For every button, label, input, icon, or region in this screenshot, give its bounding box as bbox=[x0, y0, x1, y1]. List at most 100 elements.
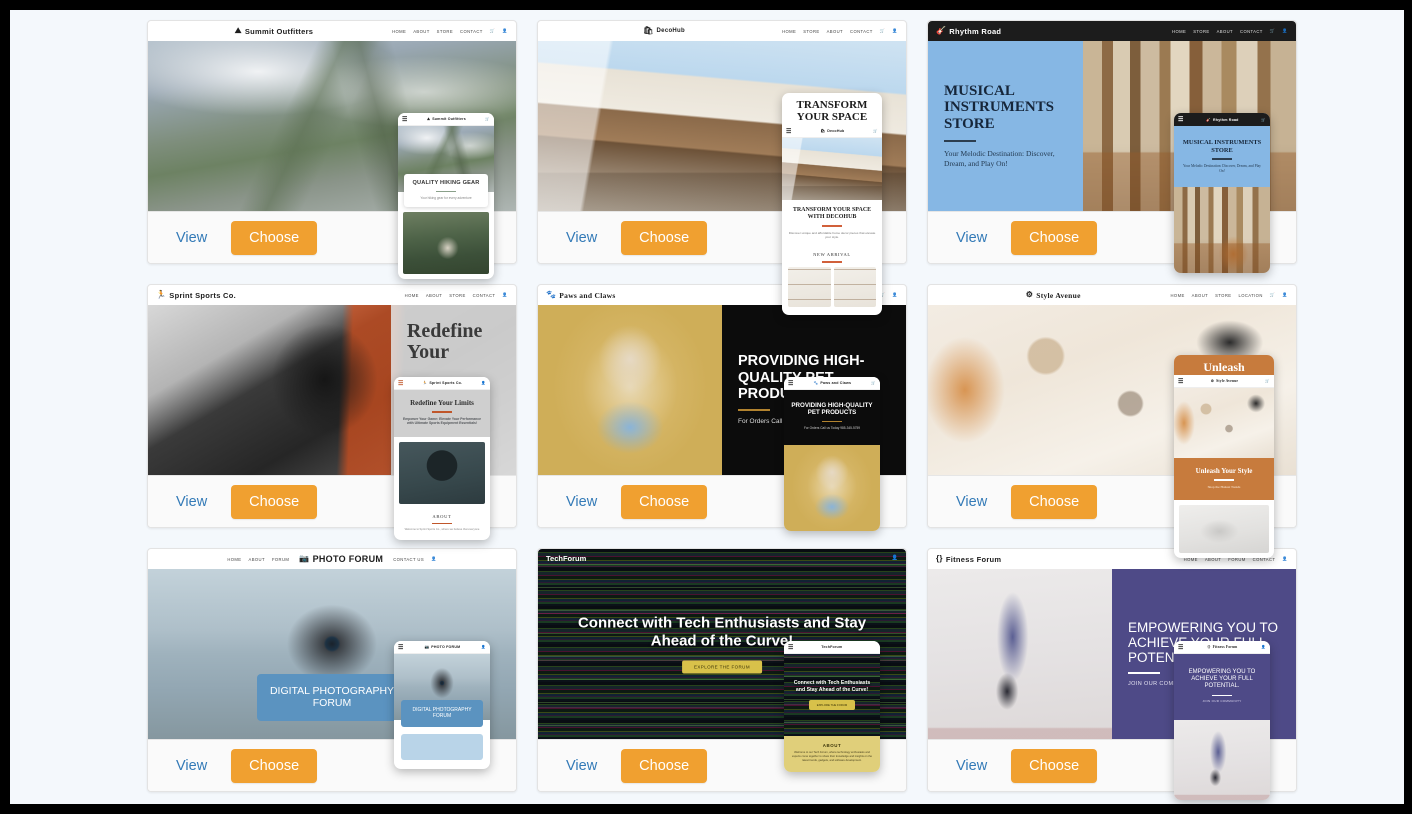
user-icon: 👤 bbox=[431, 556, 437, 561]
site-brand: 🏃 Sprint Sports Co. bbox=[156, 291, 236, 300]
mobile-preview: ☰ 🏃 Sprint Sports Co. 👤 Redefine Your Li… bbox=[394, 377, 490, 541]
mobile-photo bbox=[1179, 505, 1269, 554]
explore-forum-button[interactable]: EXPLORE THE FORUM bbox=[682, 660, 762, 674]
site-brand-label: Summit Outfitters bbox=[244, 26, 314, 36]
choose-button[interactable]: Choose bbox=[621, 484, 708, 519]
nav-item: CONTACT bbox=[472, 292, 496, 298]
nav-item: STORE bbox=[449, 292, 466, 298]
site-topbar: 🎸 Rhythm Road HOME STORE ABOUT CONTACT 🛒… bbox=[928, 21, 1296, 41]
cart-icon: 🛒 bbox=[489, 28, 496, 33]
choose-button[interactable]: Choose bbox=[621, 220, 708, 255]
template-card-paws-and-claws[interactable]: 🐾 Paws and Claws HOME STORE ABOUT CONTAC… bbox=[537, 284, 907, 531]
view-link[interactable]: View bbox=[166, 224, 217, 252]
mobile-brand-label: PHOTO FORUM bbox=[431, 645, 461, 649]
view-link[interactable]: View bbox=[166, 752, 217, 780]
template-card-photo-forum[interactable]: HOME ABOUT FORUM 📷 PHOTO FORUM CONTACT U… bbox=[147, 548, 517, 792]
site-brand-label: Style Avenue bbox=[1036, 290, 1081, 300]
view-link[interactable]: View bbox=[556, 224, 607, 252]
mobile-preview: ☰ 🐾 Paws and Claws 🛒 PROVIDING HIGH-QUAL… bbox=[784, 377, 880, 531]
mobile-subtext: Your hiking gear for every adventure bbox=[420, 196, 472, 201]
mobile-preview: ☰ 📷 PHOTO FORUM 👤 DIGITAL PHOTOGRAPHY FO… bbox=[394, 641, 490, 769]
mobile-headline: DIGITAL PHOTOGRAPHY FORUM bbox=[412, 707, 472, 720]
choose-button[interactable]: Choose bbox=[1011, 748, 1098, 783]
mobile-explore-button[interactable]: EXPLORE THE FORUM bbox=[808, 699, 856, 710]
template-grid: ⛰ Summit Outfitters HOME ABOUT STORE CON… bbox=[137, 10, 1307, 802]
user-icon: 👤 bbox=[892, 292, 898, 297]
nav-item: CONTACT bbox=[1240, 28, 1263, 34]
template-card-techforum[interactable]: TechForum 👤 Connect with Tech Enthusiast… bbox=[537, 548, 907, 792]
mobile-big-headline-block: TRANSFORM YOUR SPACE bbox=[782, 93, 882, 125]
view-link[interactable]: View bbox=[166, 488, 217, 516]
template-gallery-viewport: ⛰ Summit Outfitters HOME ABOUT STORE CON… bbox=[10, 10, 1404, 804]
choose-button[interactable]: Choose bbox=[1011, 484, 1098, 519]
view-link[interactable]: View bbox=[946, 488, 997, 516]
site-nav-left: HOME ABOUT FORUM bbox=[227, 557, 289, 562]
mobile-brand: 📷 PHOTO FORUM bbox=[425, 645, 461, 649]
choose-button[interactable]: Choose bbox=[621, 748, 708, 783]
mobile-section-title: ABOUT bbox=[432, 513, 452, 519]
nav-item: ABOUT bbox=[248, 556, 265, 562]
choose-button[interactable]: Choose bbox=[231, 220, 318, 255]
mobile-topbar: ☰ 🛍 DecoHub 🛒 bbox=[782, 125, 882, 139]
cart-icon: 🛒 bbox=[879, 28, 886, 33]
template-card-sprint-sports[interactable]: 🏃 Sprint Sports Co. HOME ABOUT STORE CON… bbox=[147, 284, 517, 541]
mobile-headline: Redefine Your Limits bbox=[410, 399, 474, 407]
mountain-icon: ⛰ bbox=[234, 26, 242, 35]
view-link[interactable]: View bbox=[556, 752, 607, 780]
site-topbar: 🛍 DecoHub HOME STORE ABOUT CONTACT 🛒 👤 bbox=[538, 21, 906, 41]
template-card-decohub[interactable]: 🛍 DecoHub HOME STORE ABOUT CONTACT 🛒 👤 V… bbox=[537, 20, 907, 315]
mobile-section-text: Welcome to Sprint Sports Co., where we b… bbox=[404, 528, 480, 532]
mobile-section: ABOUT Welcome to Sprint Sports Co., wher… bbox=[394, 509, 490, 540]
choose-button[interactable]: Choose bbox=[231, 748, 318, 783]
mobile-section-text: Welcome to our Tech Forum, where technol… bbox=[791, 751, 873, 762]
choose-button[interactable]: Choose bbox=[231, 484, 318, 519]
nav-item: STORE bbox=[436, 28, 454, 34]
template-card-style-avenue[interactable]: ⚙ Style Avenue HOME ABOUT STORE LOCATION… bbox=[927, 284, 1297, 559]
template-card-rhythm-road[interactable]: 🎸 Rhythm Road HOME STORE ABOUT CONTACT 🛒… bbox=[927, 20, 1297, 274]
template-card-slot: 🛍 DecoHub HOME STORE ABOUT CONTACT 🛒 👤 V… bbox=[527, 10, 917, 315]
template-card-slot: 🏃 Sprint Sports Co. HOME ABOUT STORE CON… bbox=[137, 274, 527, 541]
mobile-topbar: ☰ ⚙ Style Avenue 🛒 bbox=[1174, 375, 1274, 388]
site-brand: ⛰ Summit Outfitters bbox=[235, 27, 313, 36]
nav-item: FORUM bbox=[271, 556, 290, 562]
mobile-brand: 🎸 Rhythm Road bbox=[1206, 118, 1238, 122]
mobile-headline: Unleash Your Style bbox=[1195, 467, 1253, 475]
template-card-slot: 🎸 Rhythm Road HOME STORE ABOUT CONTACT 🛒… bbox=[917, 10, 1307, 274]
mobile-topbar: ☰ 🐾 Paws and Claws 🛒 bbox=[784, 377, 880, 390]
view-link[interactable]: View bbox=[946, 752, 997, 780]
paw-icon: 🐾 bbox=[813, 381, 819, 385]
sofa-icon: 🛍 bbox=[820, 129, 826, 134]
nav-item: LOCATION bbox=[1238, 292, 1263, 298]
template-card-summit-outfitters[interactable]: ⛰ Summit Outfitters HOME ABOUT STORE CON… bbox=[147, 20, 517, 280]
guitar-icon: 🎸 bbox=[1206, 117, 1212, 122]
mobile-brand-label: Summit Outfitters bbox=[432, 117, 466, 121]
hero-subtext: Your Melodic Destination: Discover, Drea… bbox=[944, 149, 1055, 169]
mobile-topbar: ☰ ⛰ Summit Outfitters 🛒 bbox=[398, 113, 494, 126]
site-nav: HOME ABOUT STORE CONTACT 👤 bbox=[405, 292, 508, 298]
site-nav: HOME STORE ABOUT CONTACT 🛒 👤 bbox=[782, 28, 898, 34]
template-card-fitness-forum[interactable]: {} Fitness Forum HOME ABOUT FORUM CONTAC… bbox=[927, 548, 1297, 800]
mobile-preview: ☰ ⛰ Summit Outfitters 🛒 QUALITY HIKING G… bbox=[398, 113, 494, 280]
camera-icon: 📷 bbox=[299, 554, 310, 563]
site-topbar: ⚙ Style Avenue HOME ABOUT STORE LOCATION… bbox=[928, 285, 1296, 305]
hamburger-icon: ☰ bbox=[1178, 644, 1184, 651]
mobile-headline: Connect with Tech Enthusiasts and Stay A… bbox=[793, 680, 871, 693]
view-link[interactable]: View bbox=[946, 224, 997, 252]
choose-button[interactable]: Choose bbox=[1011, 220, 1098, 255]
mobile-preview: Unleash ☰ ⚙ Style Avenue 🛒 Unleash Your … bbox=[1174, 355, 1274, 559]
mobile-hero-block: Unleash Your Style Shop the Hottest Tren… bbox=[1174, 458, 1274, 501]
hamburger-icon: ☰ bbox=[788, 644, 794, 651]
user-icon: 👤 bbox=[502, 28, 509, 33]
gear-icon: ⚙ bbox=[1210, 379, 1215, 383]
hero-headline: DIGITAL PHOTOGRAPHY FORUM bbox=[269, 684, 395, 710]
mobile-photo bbox=[1174, 187, 1270, 274]
hero-headline: Redefine Your bbox=[406, 320, 483, 363]
view-link[interactable]: View bbox=[556, 488, 607, 516]
site-brand: 🎸 Rhythm Road bbox=[936, 27, 1001, 36]
user-icon: 👤 bbox=[1282, 28, 1288, 33]
user-icon: 👤 bbox=[481, 645, 486, 649]
site-brand-label: PHOTO FORUM bbox=[312, 554, 384, 564]
hero-image-dog bbox=[538, 305, 722, 475]
mobile-brand: 🏃 Sprint Sports Co. bbox=[423, 381, 463, 385]
mobile-product-thumb bbox=[788, 266, 831, 307]
